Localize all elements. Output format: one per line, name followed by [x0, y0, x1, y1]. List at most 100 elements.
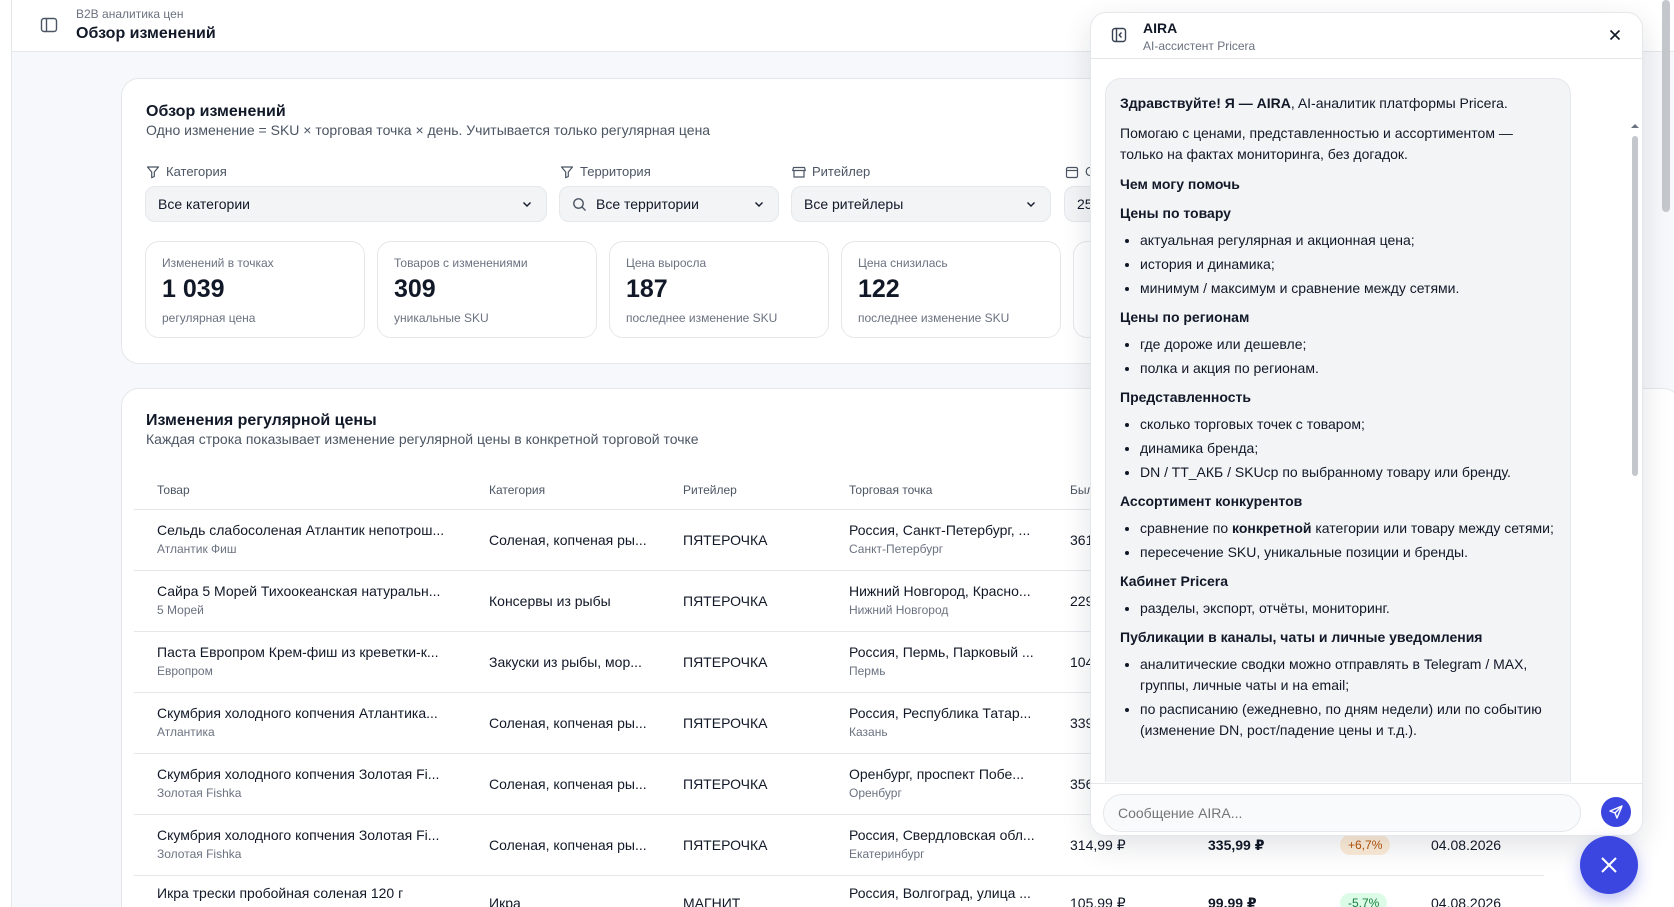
store-cell: Оренбург, проспект Побе...	[849, 766, 1024, 782]
list-item: динамика бренда;	[1140, 438, 1556, 459]
date-cell: 04.08.2026	[1431, 895, 1502, 907]
close-assistant-button[interactable]	[1580, 836, 1638, 894]
change-percent-badge: -5,7%	[1340, 893, 1388, 907]
product-name[interactable]: Скумбрия холодного копчения Золотая Fi..…	[157, 766, 469, 782]
section-list: сравнение по конкретной категории или то…	[1120, 518, 1556, 563]
page-title: Обзор изменений	[76, 25, 216, 42]
assistant-messages[interactable]: Здравствуйте! Я — AIRA, AI-аналитик плат…	[1091, 60, 1642, 782]
retailer-cell: ПЯТЕРОЧКА	[683, 776, 768, 792]
product-brand: Золотая Fishka	[157, 786, 242, 800]
close-icon[interactable]	[1608, 28, 1622, 47]
retailer-cell: МАГНИТ	[683, 895, 741, 907]
store-city: Нижний Новгород	[849, 603, 949, 617]
category-cell: Закуски из рыбы, мор...	[489, 654, 642, 670]
category-select[interactable]: Все категории	[145, 186, 547, 222]
column-header[interactable]: Товар	[157, 483, 190, 497]
chevron-down-icon	[523, 202, 531, 207]
product-brand: Атлантика	[157, 725, 215, 739]
retailer-cell: ПЯТЕРОЧКА	[683, 715, 768, 731]
new-price-cell: 335,99 ₽	[1208, 837, 1265, 853]
retailer-select[interactable]: Все ритейлеры	[791, 186, 1051, 222]
collapse-panel-icon[interactable]	[1111, 27, 1127, 48]
store-city: Екатеринбург	[849, 847, 925, 861]
filter-icon	[146, 165, 160, 178]
table-row[interactable]: Икра трески пробойная соленая 120 г Икра…	[134, 876, 1544, 907]
store-city: Пермь	[849, 664, 886, 678]
sidebar-toggle-icon[interactable]	[40, 16, 58, 34]
stat-value: 1 039	[162, 275, 225, 303]
store-icon	[792, 166, 806, 178]
list-item: полка и акция по регионам.	[1140, 358, 1556, 379]
help-heading: Чем могу помочь	[1120, 176, 1240, 192]
list-item: минимум / максимум и сравнение между сет…	[1140, 278, 1556, 299]
product-brand: Атлантик Фиш	[157, 542, 237, 556]
stat-value: 122	[858, 275, 900, 303]
changes-title: Изменения регулярной цены	[146, 412, 377, 429]
section-list: сколько торговых точек с товаром; динами…	[1120, 414, 1556, 483]
chat-scrollbar-thumb[interactable]	[1632, 136, 1638, 476]
stat-card-price-up: Цена выросла 187 последнее изменение SKU	[609, 241, 829, 338]
overview-subtitle: Одно изменение = SKU × торговая точка × …	[146, 122, 711, 138]
list-item: сравнение по конкретной категории или то…	[1140, 518, 1556, 539]
new-price-cell: 99,99 ₽	[1208, 895, 1257, 907]
stat-note: последнее изменение SKU	[858, 311, 1010, 325]
assistant-panel: AIRA AI-ассистент Pricera Здравствуйте! …	[1090, 12, 1643, 836]
list-item: аналитические сводки можно отправлять в …	[1140, 654, 1556, 696]
list-item: история и динамика;	[1140, 254, 1556, 275]
stat-note: уникальные SKU	[394, 311, 489, 325]
greeting: Здравствуйте! Я — AIRA, AI-аналитик плат…	[1120, 95, 1508, 111]
section-title: Цены по товару	[1120, 205, 1231, 221]
search-icon	[573, 198, 586, 211]
retailer-cell: ПЯТЕРОЧКА	[683, 837, 768, 853]
old-price-cell: 314,99 ₽	[1070, 837, 1126, 853]
store-cell: Россия, Волгоград, улица ...	[849, 885, 1031, 901]
assistant-composer	[1091, 783, 1642, 835]
stat-label: Изменений в точках	[162, 256, 274, 270]
overview-card: Обзор изменений Одно изменение = SKU × т…	[121, 78, 1124, 364]
page-scrollbar[interactable]	[1662, 0, 1670, 212]
stat-note: регулярная цена	[162, 311, 256, 325]
product-name[interactable]: Икра трески пробойная соленая 120 г	[157, 885, 469, 901]
stat-note: последнее изменение SKU	[626, 311, 778, 325]
territory-select[interactable]: Все территории	[559, 186, 779, 222]
list-item: сколько торговых точек с товаром;	[1140, 414, 1556, 435]
assistant-subtitle: AI-ассистент Pricera	[1143, 39, 1256, 53]
send-button[interactable]	[1601, 797, 1631, 827]
old-price-cell: 105,99 ₽	[1070, 895, 1126, 907]
section-list: аналитические сводки можно отправлять в …	[1120, 654, 1556, 741]
product-name[interactable]: Скумбрия холодного копчения Золотая Fi..…	[157, 827, 469, 843]
product-name[interactable]: Скумбрия холодного копчения Атлантика...	[157, 705, 469, 721]
column-header[interactable]: Категория	[489, 483, 545, 497]
store-cell: Россия, Республика Татар...	[849, 705, 1032, 721]
store-cell: Нижний Новгород, Красно...	[849, 583, 1031, 599]
section-title: Цены по регионам	[1120, 309, 1250, 325]
store-cell: Россия, Пермь, Парковый ...	[849, 644, 1034, 660]
column-header[interactable]: Торговая точка	[849, 483, 932, 497]
chevron-down-icon	[1027, 202, 1035, 207]
message-input[interactable]	[1103, 794, 1581, 832]
stat-card-changes: Изменений в точках 1 039 регулярная цена	[145, 241, 365, 338]
product-name[interactable]: Паста Европром Крем-фиш из креветки-к...	[157, 644, 469, 660]
category-cell: Консервы из рыбы	[489, 593, 611, 609]
product-brand: Европром	[157, 664, 213, 678]
stat-label: Товаров с изменениями	[394, 256, 528, 270]
product-brand: 5 Морей	[157, 603, 204, 617]
retailer-cell: ПЯТЕРОЧКА	[683, 654, 768, 670]
breadcrumb: B2B аналитика цен	[76, 7, 184, 21]
retailer-filter-label: Ритейлер	[792, 164, 870, 179]
list-item: пересечение SKU, уникальные позиции и бр…	[1140, 542, 1556, 563]
list-item: DN / TT_АКБ / SKUср по выбранному товару…	[1140, 462, 1556, 483]
section-title: Публикации в каналы, чаты и личные уведо…	[1120, 629, 1483, 645]
stat-value: 187	[626, 275, 668, 303]
column-header[interactable]: Ритейлер	[683, 483, 737, 497]
store-city: Оренбург	[849, 786, 902, 800]
filter-icon	[560, 165, 574, 178]
scroll-up-icon[interactable]	[1630, 122, 1640, 130]
list-item: по расписанию (ежедневно, по дням недели…	[1140, 699, 1556, 741]
assistant-message: Здравствуйте! Я — AIRA, AI-аналитик плат…	[1105, 78, 1571, 782]
store-cell: Россия, Свердловская обл...	[849, 827, 1035, 843]
product-name[interactable]: Сайра 5 Морей Тихоокеанская натуральн...	[157, 583, 469, 599]
product-name[interactable]: Сельдь слабосоленая Атлантик непотрош...	[157, 522, 469, 538]
assistant-name: AIRA	[1143, 20, 1178, 36]
section-title: Представленность	[1120, 389, 1251, 405]
